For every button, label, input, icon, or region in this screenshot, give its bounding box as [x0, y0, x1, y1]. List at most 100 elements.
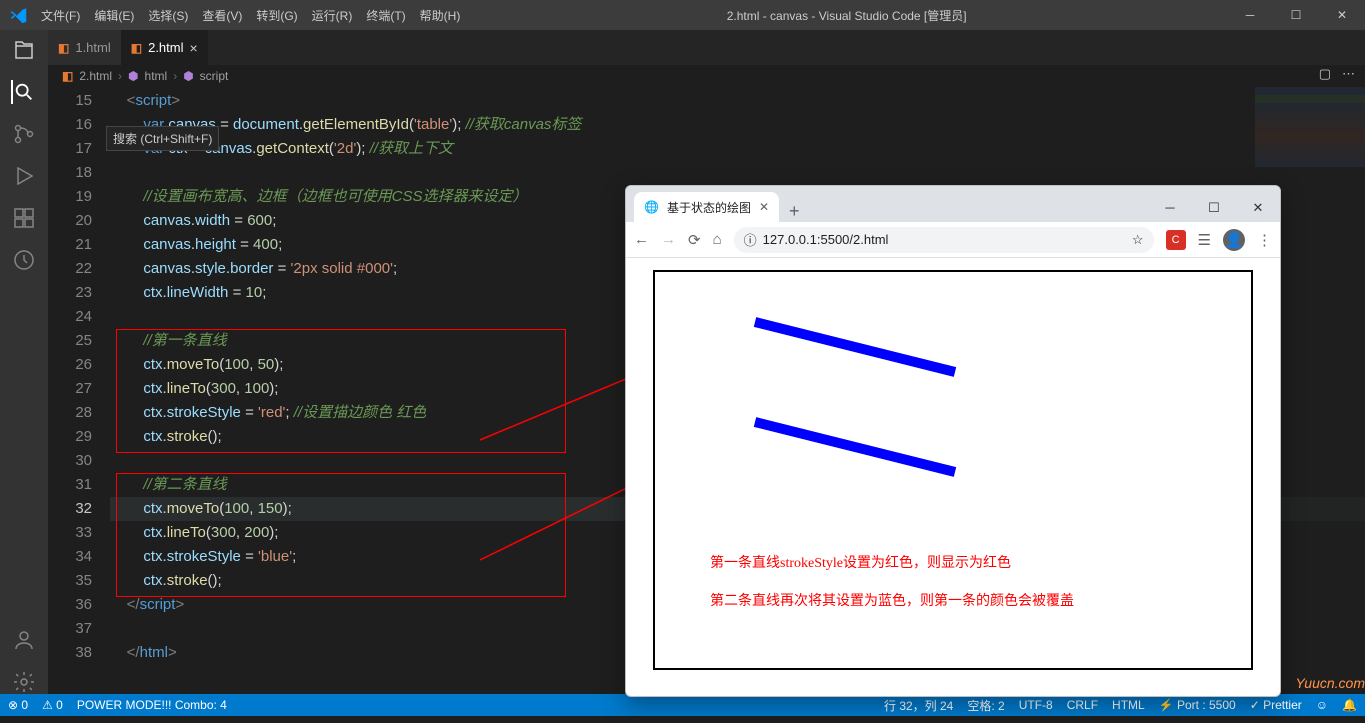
line-number: 25: [48, 329, 92, 353]
browser-tab[interactable]: 🌐 基于状态的绘图 ✕: [634, 192, 779, 222]
home-icon[interactable]: ⌂: [713, 231, 722, 248]
status-bell-icon[interactable]: 🔔: [1342, 698, 1357, 712]
run-debug-icon[interactable]: [12, 164, 36, 188]
line-number: 37: [48, 617, 92, 641]
tab-close-icon[interactable]: ✕: [759, 200, 769, 214]
timeline-icon[interactable]: [12, 248, 36, 272]
line-number: 27: [48, 377, 92, 401]
status-feedback-icon[interactable]: ☺: [1316, 698, 1328, 712]
browser-titlebar: 🌐 基于状态的绘图 ✕ + ─ ☐ ✕: [626, 186, 1280, 222]
browser-maximize-button[interactable]: ☐: [1192, 194, 1236, 222]
reload-icon[interactable]: ⟳: [688, 231, 701, 249]
browser-close-button[interactable]: ✕: [1236, 194, 1280, 222]
breadcrumb-part-1: script: [200, 69, 229, 83]
menu-item[interactable]: 运行(R): [306, 3, 359, 28]
editor-tab[interactable]: ◧ 1.html: [48, 30, 121, 65]
line-number: 23: [48, 281, 92, 305]
menu-item[interactable]: 文件(F): [35, 3, 86, 28]
tab-label: 1.html: [75, 40, 110, 55]
search-icon[interactable]: [11, 80, 35, 104]
code-line[interactable]: var ctx = canvas.getContext('2d'); //获取上…: [110, 137, 1365, 161]
breadcrumb[interactable]: ◧ 2.html › ⬢ html › ⬢ script: [48, 65, 1365, 87]
line-number: 19: [48, 185, 92, 209]
line-number: 34: [48, 545, 92, 569]
browser-minimize-button[interactable]: ─: [1148, 194, 1192, 222]
more-icon[interactable]: ⋯: [1342, 66, 1355, 82]
window-title: 2.html - canvas - Visual Studio Code [管理…: [466, 7, 1227, 24]
extension-c-icon[interactable]: C: [1166, 230, 1186, 250]
line-gutter: 1516171819202122232425262728293031323334…: [48, 87, 110, 694]
menu-item[interactable]: 查看(V): [196, 3, 248, 28]
line-number: 18: [48, 161, 92, 185]
breadcrumb-file: 2.html: [79, 69, 112, 83]
line-number: 29: [48, 425, 92, 449]
extensions-icon[interactable]: [12, 206, 36, 230]
watermark: Yuucn.com: [1295, 675, 1365, 691]
browser-menu-icon[interactable]: ⋮: [1257, 231, 1272, 249]
status-spaces[interactable]: 空格: 2: [967, 697, 1004, 714]
line-number: 20: [48, 209, 92, 233]
canvas-element: 第一条直线strokeStyle设置为红色，则显示为红色 第二条直线再次将其设置…: [653, 270, 1253, 670]
menu-item[interactable]: 终端(T): [360, 3, 411, 28]
explorer-icon[interactable]: [12, 38, 36, 62]
close-button[interactable]: ✕: [1319, 2, 1365, 28]
line-number: 21: [48, 233, 92, 257]
status-eol[interactable]: CRLF: [1067, 698, 1098, 712]
activity-bar: [0, 30, 48, 694]
line-number: 38: [48, 641, 92, 665]
editor-tab[interactable]: ◧ 2.html ×: [121, 30, 208, 65]
status-warnings[interactable]: ⚠ 0: [42, 698, 63, 712]
annotation-text-2: 第二条直线再次将其设置为蓝色，则第一条的颜色会被覆盖: [710, 590, 1074, 610]
line-number: 35: [48, 569, 92, 593]
browser-window: 🌐 基于状态的绘图 ✕ + ─ ☐ ✕ ← → ⟳ ⌂ ⓘ 127.0.0.1:…: [625, 185, 1281, 697]
status-encoding[interactable]: UTF-8: [1019, 698, 1053, 712]
line-number: 30: [48, 449, 92, 473]
line-number: 26: [48, 353, 92, 377]
line-number: 16: [48, 113, 92, 137]
back-icon[interactable]: ←: [634, 231, 649, 248]
status-live-server[interactable]: ⚡ Port : 5500: [1159, 698, 1236, 712]
split-editor-icon[interactable]: ▢: [1319, 66, 1331, 82]
new-tab-button[interactable]: +: [779, 201, 810, 222]
status-bar: ⊗ 0 ⚠ 0 POWER MODE!!! Combo: 4 行 32，列 24…: [0, 694, 1365, 716]
line-number: 17: [48, 137, 92, 161]
maximize-button[interactable]: ☐: [1273, 2, 1319, 28]
browser-toolbar: ← → ⟳ ⌂ ⓘ 127.0.0.1:5500/2.html ☆ C ☰ 👤 …: [626, 222, 1280, 258]
forward-icon[interactable]: →: [661, 231, 676, 248]
status-power-mode[interactable]: POWER MODE!!! Combo: 4: [77, 698, 227, 712]
status-errors[interactable]: ⊗ 0: [8, 698, 28, 712]
status-cursor-pos[interactable]: 行 32，列 24: [884, 697, 953, 714]
url-bar[interactable]: ⓘ 127.0.0.1:5500/2.html ☆: [734, 227, 1154, 253]
html-file-icon: ◧: [62, 69, 73, 83]
html-file-icon: ◧: [58, 41, 69, 55]
code-line[interactable]: [110, 161, 1365, 185]
code-line[interactable]: <script>: [110, 89, 1365, 113]
browser-viewport: 第一条直线strokeStyle设置为红色，则显示为红色 第二条直线再次将其设置…: [626, 258, 1280, 696]
menu-item[interactable]: 选择(S): [142, 3, 194, 28]
code-line[interactable]: var canvas = document.getElementById('ta…: [110, 113, 1365, 137]
globe-icon: 🌐: [644, 200, 659, 214]
html-file-icon: ◧: [131, 41, 142, 55]
menu-item[interactable]: 编辑(E): [88, 3, 140, 28]
status-prettier[interactable]: ✓ Prettier: [1250, 698, 1302, 712]
title-bar: 文件(F)编辑(E)选择(S)查看(V)转到(G)运行(R)终端(T)帮助(H)…: [0, 0, 1365, 30]
minimize-button[interactable]: ─: [1227, 2, 1273, 28]
menu-item[interactable]: 帮助(H): [414, 3, 467, 28]
vscode-icon: [0, 6, 35, 24]
url-text: 127.0.0.1:5500/2.html: [763, 232, 889, 247]
close-tab-icon[interactable]: ×: [190, 40, 198, 56]
settings-icon[interactable]: [12, 670, 36, 694]
line-number: 24: [48, 305, 92, 329]
account-icon[interactable]: [12, 628, 36, 652]
menu-item[interactable]: 转到(G): [250, 3, 303, 28]
source-control-icon[interactable]: [12, 122, 36, 146]
profile-icon[interactable]: 👤: [1223, 229, 1245, 251]
breadcrumb-sym-icon: ⬢: [128, 69, 138, 83]
reading-list-icon[interactable]: ☰: [1198, 231, 1211, 249]
line-number: 31: [48, 473, 92, 497]
tab-label: 2.html: [148, 40, 183, 55]
line-number: 33: [48, 521, 92, 545]
status-language[interactable]: HTML: [1112, 698, 1145, 712]
star-icon[interactable]: ☆: [1132, 232, 1144, 248]
line-number: 22: [48, 257, 92, 281]
